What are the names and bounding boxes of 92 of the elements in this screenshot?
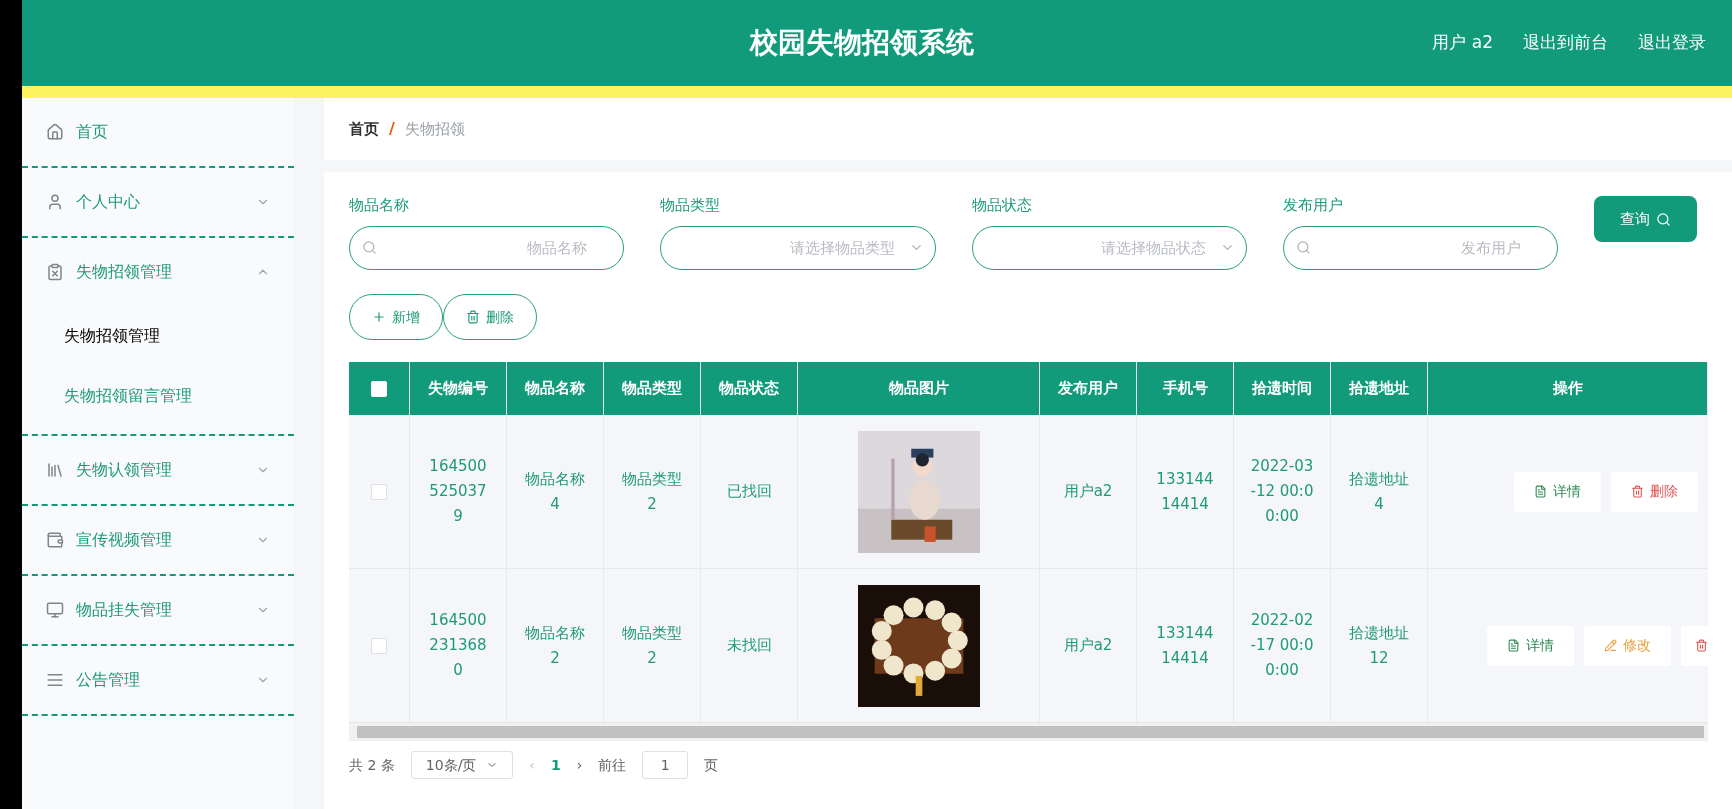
header-link[interactable]: 退出登录: [1638, 30, 1706, 56]
table-cell-text: 13314414414: [1155, 468, 1215, 515]
filter-label: 物品名称: [349, 195, 410, 214]
app-title: 校园失物招领系统: [750, 25, 975, 61]
sidebar-label: 个人中心: [76, 191, 141, 213]
table-cell-text: 物品名称2: [524, 622, 586, 669]
home-icon: [46, 123, 64, 141]
column-header: 物品图片: [798, 362, 1040, 415]
table-cell-text: 2022-03-12 00:00:00: [1250, 456, 1314, 527]
sidebar-item[interactable]: 物品挂失管理: [22, 576, 294, 644]
page-input[interactable]: 1: [642, 751, 689, 779]
sidebar-item[interactable]: 公告管理: [22, 646, 294, 714]
column-header: 发布用户: [1040, 362, 1137, 415]
document-icon: [1507, 639, 1520, 652]
column-header: 拾遗地址: [1331, 362, 1428, 415]
select-field[interactable]: 请选择物品状态: [971, 226, 1247, 270]
breadcrumb-link[interactable]: 首页: [349, 117, 379, 141]
search-field[interactable]: 发布用户: [1282, 226, 1558, 270]
sidebar-label: 失物招领管理: [76, 261, 173, 283]
search-icon: [362, 240, 377, 255]
search-icon: [1656, 211, 1671, 227]
goto-label: 前往: [598, 755, 627, 775]
column-header: 物品类型: [604, 362, 701, 415]
table-cell-text: 拾遗地址4: [1348, 468, 1410, 515]
table-cell-text: 物品类型2: [621, 468, 683, 515]
row-checkbox[interactable]: [371, 483, 387, 500]
page-unit: 页: [704, 755, 719, 775]
plus-icon: [372, 310, 386, 324]
trash-icon: [466, 310, 480, 324]
sidebar-item[interactable]: 失物认领管理: [22, 436, 294, 504]
column-header: 失物编号: [410, 362, 507, 415]
wallet-icon: [46, 531, 64, 549]
search-field[interactable]: 物品名称: [349, 226, 625, 270]
monitor-icon: [46, 601, 64, 619]
books-icon: [46, 461, 64, 479]
user-icon: [46, 193, 64, 211]
document-icon: [1534, 485, 1547, 498]
breadcrumb-current: 失物招领: [404, 118, 465, 140]
column-header: 拾遗时间: [1234, 362, 1331, 415]
prev-page-button[interactable]: ‹: [529, 754, 535, 776]
page-size-select[interactable]: 10条/页: [410, 751, 514, 779]
filter-label: 物品类型: [660, 195, 722, 214]
table-cell-text: 1645005250379: [428, 456, 488, 527]
column-header: 物品状态: [701, 362, 798, 415]
sidebar-label: 公告管理: [76, 669, 141, 691]
table-cell-text: 物品名称4: [524, 468, 586, 515]
header-link[interactable]: 用户 a2: [1432, 30, 1493, 56]
select-all-checkbox[interactable]: [371, 380, 387, 397]
delete-button[interactable]: [1681, 625, 1708, 666]
pencil-icon: [1604, 639, 1617, 652]
trash-icon: [1695, 639, 1708, 652]
submenu-item[interactable]: 失物招领留言管理: [22, 366, 294, 426]
sidebar-item[interactable]: 首页: [22, 98, 294, 166]
clipboard-icon: [46, 263, 64, 281]
edit-button[interactable]: 修改: [1584, 625, 1671, 666]
sidebar-item[interactable]: 宣传视频管理: [22, 506, 294, 574]
query-button[interactable]: 查询: [1594, 196, 1697, 242]
table-cell-text: 未找回: [726, 635, 772, 656]
list-icon: [46, 671, 64, 689]
column-header: 手机号: [1137, 362, 1234, 415]
page-number[interactable]: 1: [550, 754, 561, 776]
horizontal-scrollbar[interactable]: [349, 723, 1708, 741]
next-page-button[interactable]: ›: [576, 754, 583, 776]
trash-icon: [1631, 485, 1644, 498]
filter-label: 发布用户: [1282, 195, 1344, 214]
table-cell-text: 拾遗地址12: [1348, 622, 1410, 669]
delete-button[interactable]: 删除: [1611, 471, 1698, 512]
breadcrumb-separator: /: [389, 118, 395, 140]
sidebar-item[interactable]: 失物招领管理: [22, 238, 294, 306]
table-cell-text: 用户a2: [1063, 481, 1113, 502]
table-cell-text: 已找回: [726, 481, 772, 502]
select-field[interactable]: 请选择物品类型: [660, 226, 936, 270]
table-cell-text: 13314414414: [1155, 622, 1215, 669]
sidebar-item[interactable]: 个人中心: [22, 168, 294, 236]
table-cell-text: 用户a2: [1063, 635, 1113, 656]
table-cell-text: 物品类型2: [621, 622, 683, 669]
submenu-item[interactable]: 失物招领管理: [22, 306, 294, 366]
sidebar-label: 宣传视频管理: [76, 529, 173, 551]
sidebar-label: 失物认领管理: [76, 459, 173, 481]
table-cell-text: 2022-02-17 00:00:00: [1250, 610, 1314, 681]
sidebar-label: 物品挂失管理: [76, 599, 173, 621]
column-header: 物品名称: [507, 362, 604, 415]
detail-button[interactable]: 详情: [1514, 471, 1601, 512]
filter-label: 物品状态: [971, 195, 1033, 214]
table-cell-text: 1645002313680: [428, 610, 488, 681]
total-count: 共 2 条: [349, 755, 395, 775]
detail-button[interactable]: 详情: [1487, 625, 1574, 666]
sidebar-label: 首页: [76, 121, 109, 143]
search-icon: [1295, 240, 1311, 255]
row-checkbox[interactable]: [371, 637, 387, 654]
header-link[interactable]: 退出到前台: [1523, 30, 1608, 56]
column-header: 操作: [1428, 362, 1708, 415]
